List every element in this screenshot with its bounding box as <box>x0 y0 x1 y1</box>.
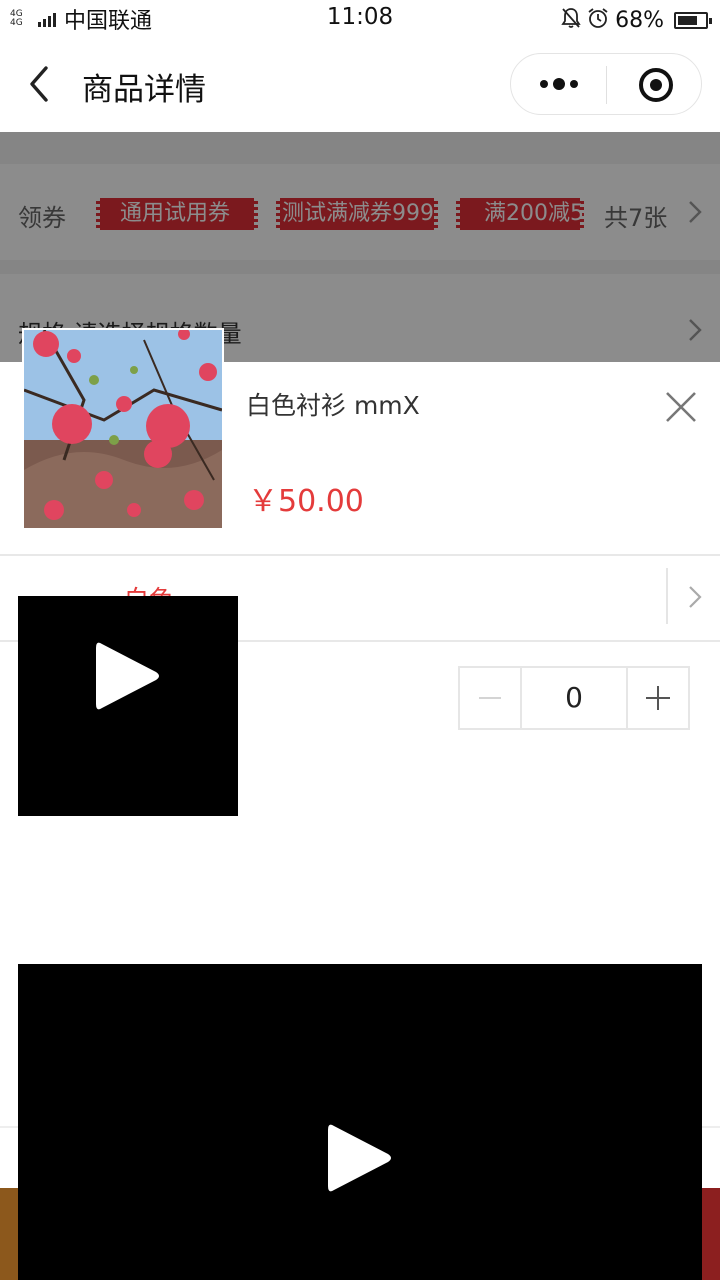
battery-icon <box>674 11 712 29</box>
more-dots-icon[interactable] <box>539 72 579 96</box>
capsule-divider <box>606 66 607 104</box>
status-right: 68% <box>561 6 712 34</box>
quantity-stepper: 0 <box>458 666 690 730</box>
mute-bell-icon <box>561 7 581 34</box>
target-icon[interactable] <box>638 67 674 103</box>
nav-bar: 商品详情 <box>0 40 720 132</box>
product-image <box>22 328 224 530</box>
battery-percent: 68% <box>615 7 664 33</box>
chevron-left-icon[interactable] <box>24 64 54 104</box>
alarm-icon <box>587 7 609 34</box>
plus-icon[interactable] <box>628 668 688 728</box>
quantity-input[interactable]: 0 <box>520 668 628 728</box>
close-icon[interactable] <box>664 390 698 424</box>
status-bar: 4G 4G 中国联通 11:08 68% <box>0 0 720 40</box>
mini-program-capsule <box>510 53 702 115</box>
chevron-right-icon[interactable] <box>688 585 702 609</box>
play-icon[interactable] <box>326 1120 394 1196</box>
product-price: ￥50.00 <box>248 484 364 519</box>
product-name: 白色衬衫 mmX <box>246 391 420 420</box>
page-title: 商品详情 <box>82 72 206 108</box>
video-player[interactable] <box>18 596 238 816</box>
divider <box>0 554 720 556</box>
divider <box>666 568 668 624</box>
video-player[interactable] <box>18 964 702 1280</box>
minus-icon[interactable] <box>460 668 520 728</box>
play-icon[interactable] <box>94 638 162 714</box>
